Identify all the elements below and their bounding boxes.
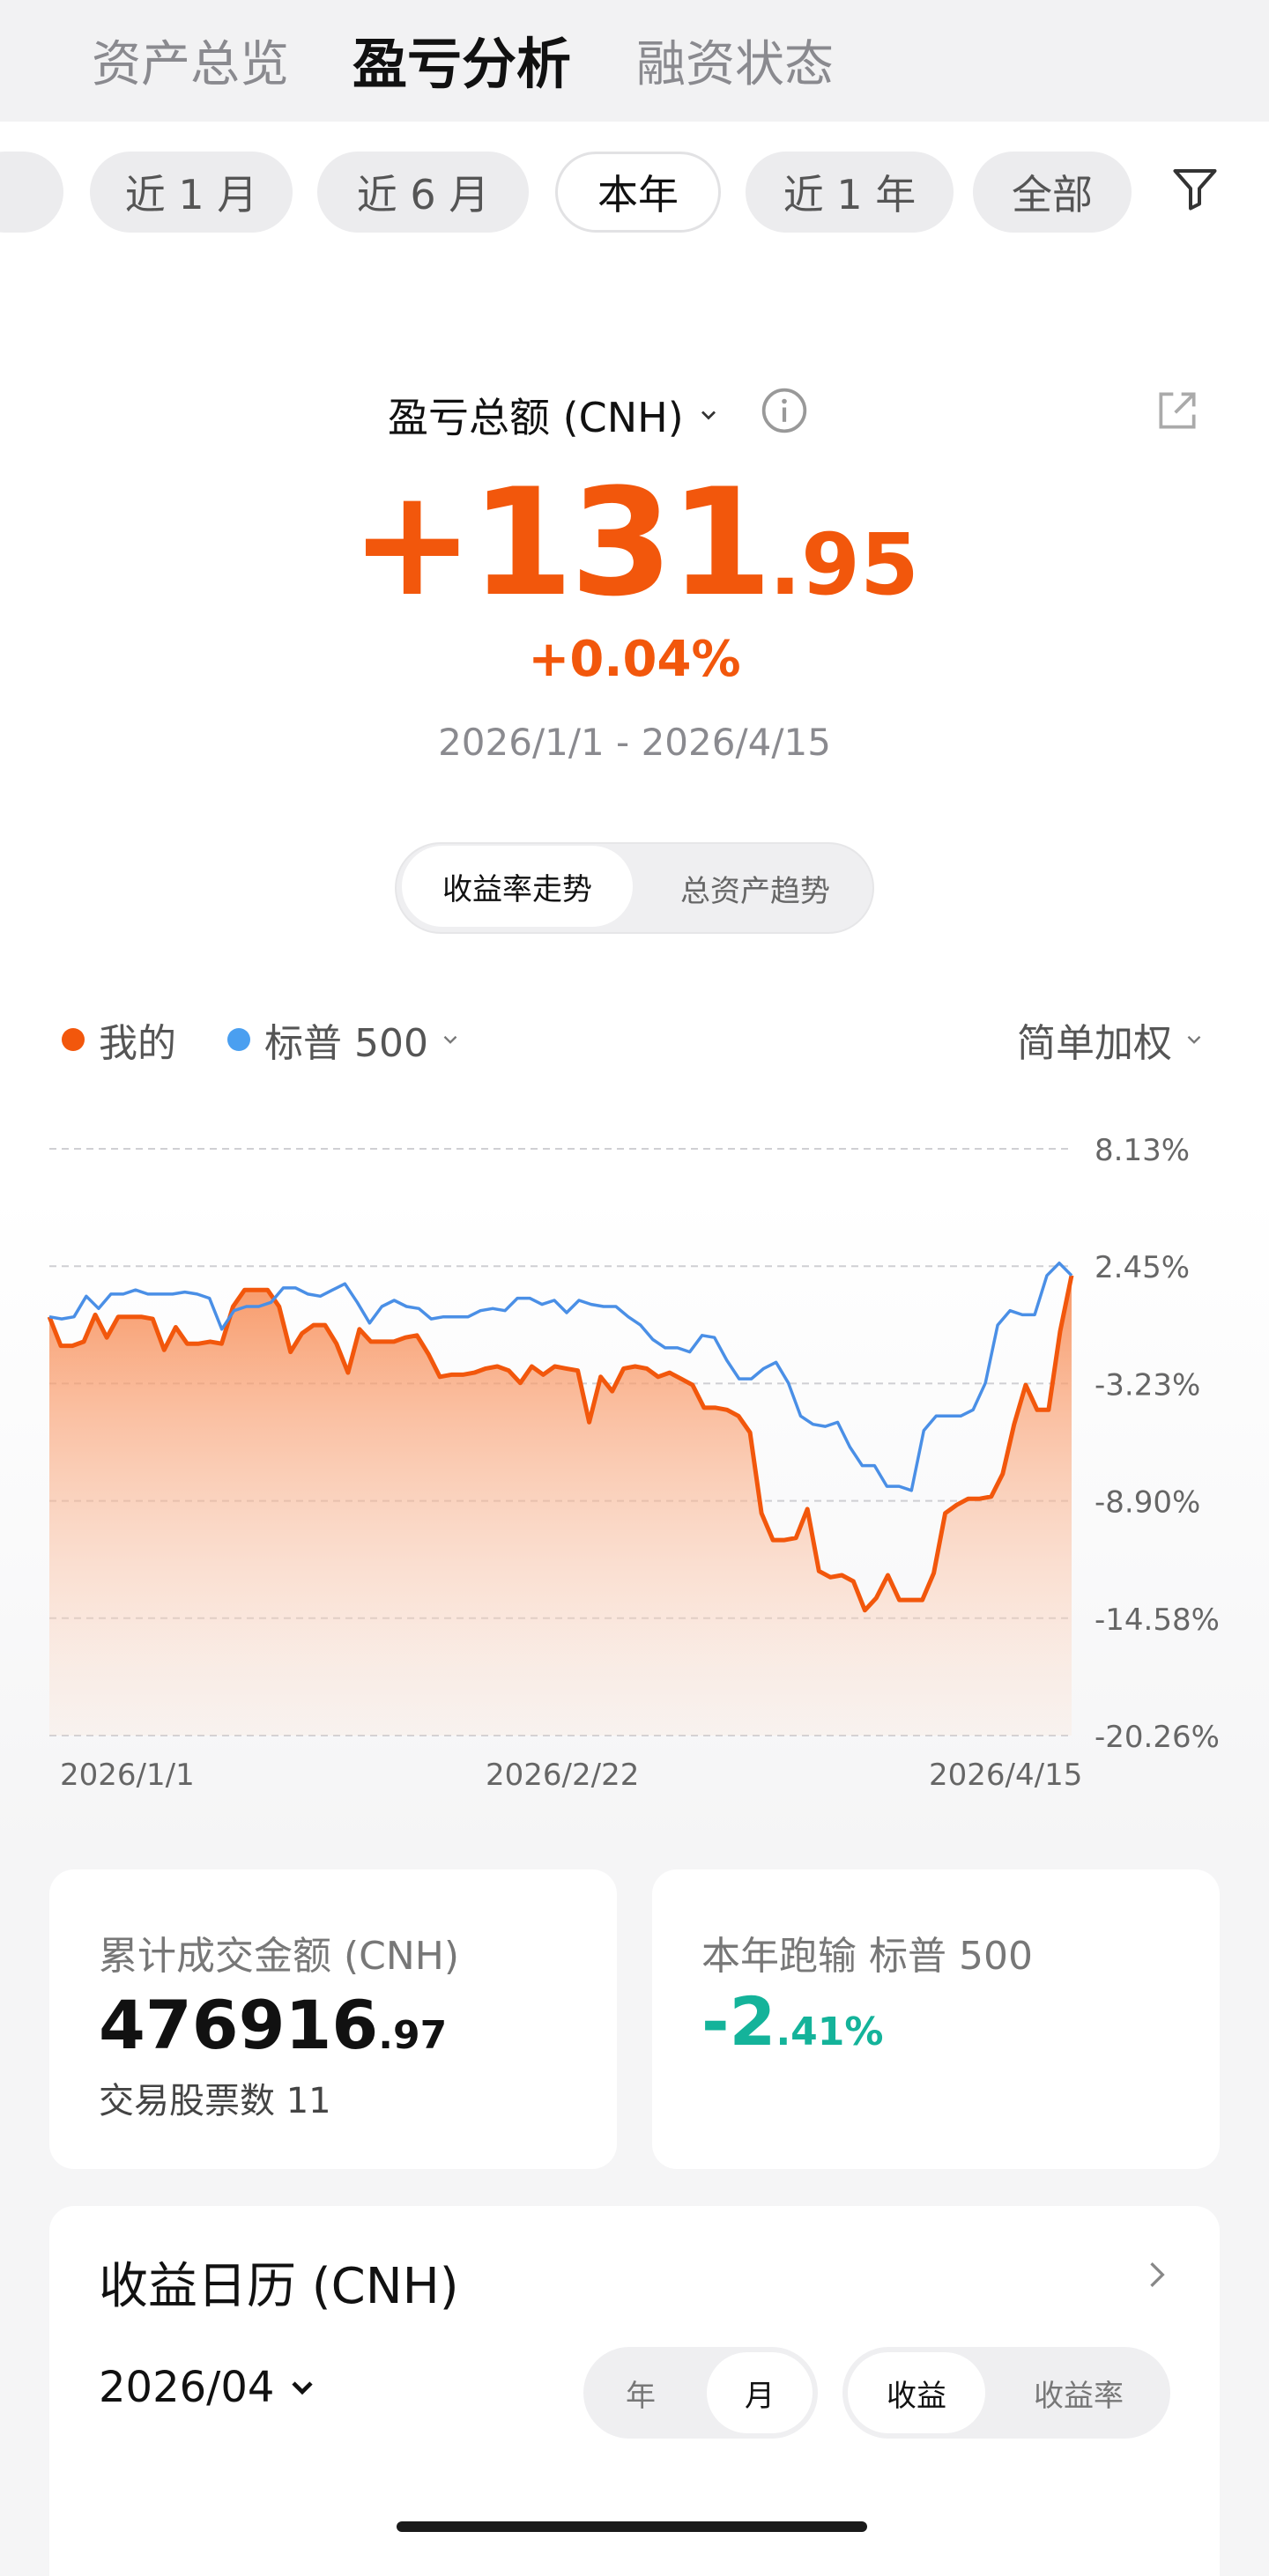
- turnover-dec: .97: [378, 2013, 448, 2058]
- toggle-asset-trend[interactable]: 总资产趋势: [640, 844, 871, 932]
- pnl-total-dec: .95: [768, 515, 919, 614]
- toggle-return-trend[interactable]: 收益率走势: [402, 846, 633, 927]
- filter-icon[interactable]: [1169, 162, 1221, 215]
- x-tick-label: 2026/4/15: [929, 1758, 1082, 1793]
- earnings-calendar-card: 收益日历 (CNH) 2026/04 年 月 收益 收益率: [49, 2206, 1220, 2576]
- turnover-label: 累计成交金额 (CNH): [99, 1934, 460, 1979]
- tab-pnl-analysis[interactable]: 盈亏分析: [352, 19, 571, 99]
- metric-toggle-earnings[interactable]: 收益: [848, 2352, 985, 2433]
- vs-benchmark-card: 本年跑输 标普 500 -2.41%: [652, 1869, 1220, 2169]
- x-tick-label: 2026/1/1: [60, 1758, 195, 1793]
- period-pill-6m[interactable]: 近 6 月: [317, 152, 529, 233]
- metric-toggle-rate[interactable]: 收益率: [992, 2347, 1165, 2439]
- turnover-value: 476916.97: [99, 1986, 447, 2064]
- y-tick-label: 2.45%: [1095, 1250, 1190, 1285]
- turnover-card: 累计成交金额 (CNH) 476916.97 交易股票数 11: [49, 1869, 617, 2169]
- info-icon[interactable]: [760, 386, 809, 435]
- month-selector[interactable]: 2026/04: [99, 2363, 320, 2412]
- period-pill-1m[interactable]: 近 1 月: [90, 152, 293, 233]
- chevron-right-icon[interactable]: [1137, 2255, 1176, 2294]
- chart-view-toggle: 收益率走势 总资产趋势: [395, 842, 874, 934]
- top-tab-bar: 资产总览 盈亏分析 融资状态: [0, 0, 1269, 122]
- vs-benchmark-value: -2.41%: [701, 1982, 883, 2061]
- pnl-total-int: +131: [350, 456, 772, 629]
- y-tick-label: -14.58%: [1095, 1603, 1220, 1638]
- turnover-int: 476916: [99, 1986, 379, 2064]
- y-tick-label: -20.26%: [1095, 1720, 1220, 1755]
- home-indicator: [397, 2521, 867, 2532]
- x-tick-label: 2026/2/22: [486, 1758, 639, 1793]
- y-tick-label: -8.90%: [1095, 1485, 1200, 1521]
- period-pill-partial[interactable]: [0, 152, 63, 233]
- period-pill-1y[interactable]: 近 1 年: [746, 152, 954, 233]
- period-toggle-year[interactable]: 年: [583, 2347, 698, 2439]
- tab-asset-overview[interactable]: 资产总览: [92, 25, 289, 96]
- pnl-total-value: +131.95: [0, 456, 1269, 629]
- calendar-title: 收益日历 (CNH): [99, 2258, 459, 2315]
- traded-stocks-count: 交易股票数 11: [99, 2081, 331, 2121]
- y-tick-label: 8.13%: [1095, 1133, 1190, 1168]
- period-toggle-month[interactable]: 月: [707, 2352, 813, 2433]
- vs-benchmark-label: 本年跑输 标普 500: [701, 1934, 1033, 1979]
- vs-benchmark-int: -2: [701, 1982, 776, 2061]
- date-range: 2026/1/1 - 2026/4/15: [438, 721, 831, 764]
- pnl-percent: +0.04%: [528, 631, 741, 688]
- metric-selector[interactable]: 盈亏总额 (CNH): [388, 386, 721, 444]
- calendar-month: 2026/04: [99, 2363, 275, 2412]
- chevron-down-icon: [292, 2381, 314, 2395]
- metric-toggle: 收益 收益率: [842, 2347, 1170, 2439]
- period-toggle: 年 月: [583, 2347, 818, 2439]
- period-pill-all[interactable]: 全部: [973, 152, 1132, 233]
- share-icon[interactable]: [1153, 386, 1202, 435]
- chevron-down-icon: [701, 411, 716, 420]
- return-trend-chart[interactable]: 8.13% 2.45% -3.23% -8.90% -14.58% -20.26% 2026…: [0, 1004, 1269, 1815]
- metric-label: 盈亏总额 (CNH): [388, 394, 684, 441]
- y-tick-label: -3.23%: [1095, 1367, 1200, 1403]
- vs-benchmark-dec: .41%: [776, 2010, 884, 2054]
- tab-financing-status[interactable]: 融资状态: [636, 25, 834, 96]
- period-pill-ytd[interactable]: 本年: [555, 152, 721, 233]
